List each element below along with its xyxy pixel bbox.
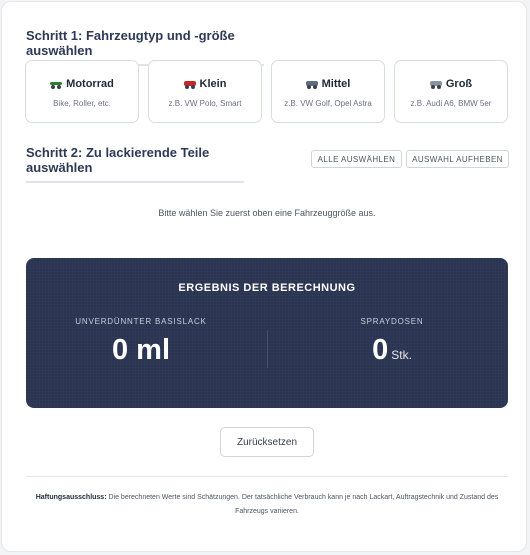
spraycan-label: SPRAYDOSEN [360, 317, 424, 326]
small-car-icon [183, 80, 196, 89]
vehicle-sublabel: Bike, Roller, etc. [53, 99, 111, 108]
vehicle-label: Mittel [321, 78, 351, 90]
result-divider [267, 330, 268, 368]
deselect-all-button[interactable]: AUSWAHL AUFHEBEN [406, 150, 509, 168]
divider [26, 476, 508, 477]
calculator-card: Schritt 1: Fahrzeugtyp und -größe auswäh… [1, 1, 527, 552]
basecoat-value: 0 ml [111, 334, 171, 366]
disclaimer-text: Die berechneten Werte sind Schätzungen. … [106, 494, 499, 515]
vehicle-sublabel: z.B. VW Golf, Opel Astra [284, 99, 372, 108]
vehicle-option-gross[interactable]: Groß z.B. Audi A6, BMW 5er [394, 60, 508, 123]
disclaimer-label: Haftungsausschluss: [35, 494, 107, 501]
vehicle-option-motorrad[interactable]: Motorrad Bike, Roller, etc. [25, 60, 139, 123]
vehicle-option-klein[interactable]: Klein z.B. VW Polo, Smart [148, 60, 262, 123]
vehicle-label: Motorrad [66, 78, 114, 90]
motorcycle-icon [50, 80, 63, 89]
basecoat-label: UNVERDÜNNTER BASISLACK [75, 317, 207, 326]
select-size-hint: Bitte wählen Sie zuerst oben eine Fahrze… [158, 208, 376, 218]
spraycan-result: 0 Stk. [317, 334, 467, 367]
result-panel: ERGEBNIS DER BERECHNUNG UNVERDÜNNTER BAS… [26, 258, 508, 408]
result-title: ERGEBNIS DER BERECHNUNG [178, 282, 356, 294]
large-car-icon [429, 80, 442, 89]
medium-car-icon [305, 80, 318, 89]
vehicle-sublabel: z.B. Audi A6, BMW 5er [410, 99, 492, 108]
step2-title: Schritt 2: Zu lackierende Teile auswähle… [26, 145, 244, 183]
spraycan-unit: Stk. [391, 348, 412, 362]
vehicle-option-mittel[interactable]: Mittel z.B. VW Golf, Opel Astra [271, 60, 385, 123]
vehicle-label: Klein [199, 78, 227, 90]
vehicle-label: Groß [445, 78, 473, 90]
vehicle-sublabel: z.B. VW Polo, Smart [168, 99, 242, 108]
reset-button[interactable]: Zurücksetzen [220, 427, 314, 457]
spraycan-value: 0 [372, 334, 389, 366]
select-all-button[interactable]: ALLE AUSWÄHLEN [311, 150, 402, 168]
disclaimer: Haftungsausschluss: Die berechneten Wert… [26, 491, 508, 519]
